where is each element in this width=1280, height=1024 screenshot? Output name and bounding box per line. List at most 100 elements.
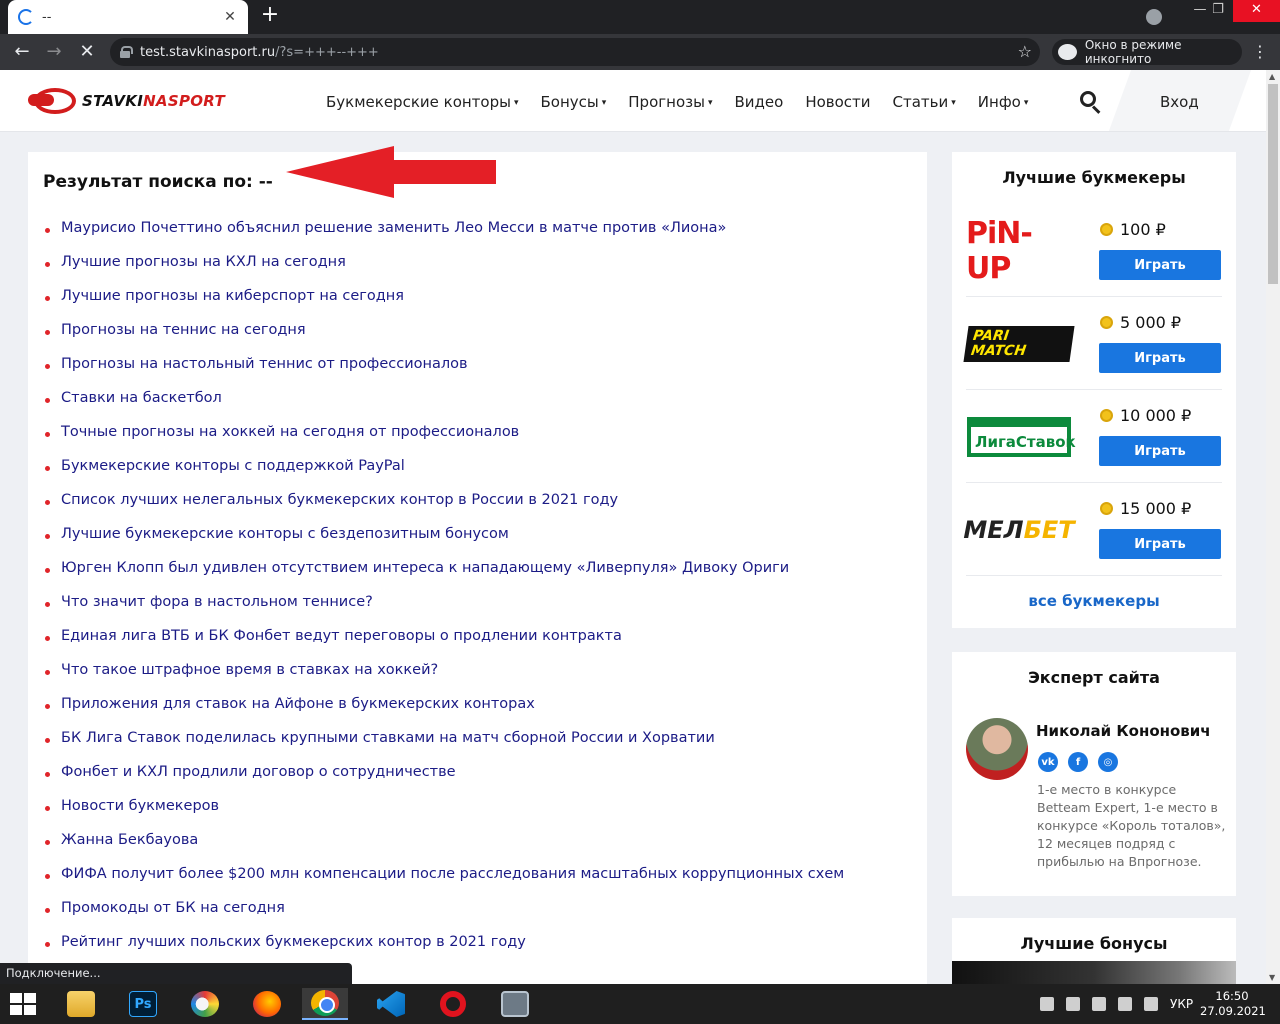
result-link[interactable]: Жанна Бекбауова bbox=[61, 832, 198, 848]
window-close-button[interactable]: ✕ bbox=[1233, 0, 1280, 22]
bookmark-star-icon[interactable]: ☆ bbox=[1018, 42, 1032, 61]
pinup-logo[interactable]: PiN-UP bbox=[966, 216, 1072, 286]
result-link[interactable]: Точные прогнозы на хоккей на сегодня от … bbox=[61, 424, 519, 440]
result-link[interactable]: Прогнозы на настольный теннис от професс… bbox=[61, 356, 468, 372]
result-link[interactable]: Фонбет и КХЛ продлили договор о сотрудни… bbox=[61, 764, 456, 780]
antivirus-tray-icon[interactable] bbox=[1118, 997, 1132, 1011]
result-link[interactable]: Новости букмекеров bbox=[61, 798, 219, 814]
incognito-indicator[interactable]: Окно в режиме инкогнито bbox=[1052, 38, 1242, 66]
browser-menu-icon[interactable]: ⋮ bbox=[1252, 42, 1268, 61]
nav-item[interactable]: Видео bbox=[734, 93, 783, 111]
result-link[interactable]: Что значит фора в настольном теннисе? bbox=[61, 594, 373, 610]
page-scrollbar[interactable]: ▲ ▼ bbox=[1266, 70, 1280, 984]
clock-time: 16:50 bbox=[1215, 989, 1249, 1003]
play-button[interactable]: Играть bbox=[1099, 343, 1221, 373]
bullet-icon bbox=[45, 942, 50, 947]
play-button[interactable]: Играть bbox=[1099, 436, 1221, 466]
site-header: STAVKINASPORT Букмекерские конторы ▾ Бонус… bbox=[0, 70, 1266, 132]
forward-arrow-icon[interactable]: → bbox=[42, 40, 66, 64]
play-button[interactable]: Играть bbox=[1099, 529, 1221, 559]
bullet-icon bbox=[45, 840, 50, 845]
result-link[interactable]: Юрген Клопп был удивлен отсутствием инте… bbox=[61, 560, 789, 576]
incognito-label: Окно в режиме инкогнито bbox=[1084, 38, 1182, 66]
play-button[interactable]: Играть bbox=[1099, 250, 1221, 280]
scroll-down-icon[interactable]: ▼ bbox=[1269, 973, 1275, 982]
nav-item[interactable]: Новости bbox=[805, 93, 870, 111]
bullet-icon bbox=[45, 568, 50, 573]
photoshop-icon[interactable]: Ps bbox=[120, 988, 166, 1020]
facebook-icon[interactable]: f bbox=[1068, 752, 1088, 772]
opera-icon[interactable] bbox=[430, 988, 476, 1020]
search-icon[interactable] bbox=[1076, 88, 1104, 116]
restore-button[interactable]: ❐ bbox=[1198, 0, 1238, 22]
stop-loading-icon[interactable]: ✕ bbox=[75, 40, 99, 64]
tab-search-icon[interactable] bbox=[1146, 9, 1162, 25]
expert-name[interactable]: Николай Кононович bbox=[1036, 722, 1211, 740]
address-bar[interactable]: test.stavkinasport.ru /?s=+++--+++ ☆ bbox=[110, 38, 1040, 66]
new-tab-button[interactable]: + bbox=[258, 4, 282, 28]
result-link[interactable]: ФИФА получит более $200 млн компенсации … bbox=[61, 866, 844, 882]
browser-tab[interactable]: -- ✕ bbox=[8, 0, 248, 34]
list-item: Единая лига ВТБ и БК Фонбет ведут перего… bbox=[43, 628, 844, 662]
search-results-list: Маурисио Почеттино объяснил решение заме… bbox=[43, 220, 844, 968]
all-bookmakers-link[interactable]: все букмекеры bbox=[952, 592, 1236, 610]
nav-item-label: Видео bbox=[734, 93, 784, 111]
nav-item[interactable]: Статьи ▾ bbox=[893, 93, 956, 111]
chrome-icon[interactable] bbox=[302, 988, 348, 1020]
bookmaker-row: PiN-UP 100 ₽ Играть bbox=[966, 204, 1222, 297]
vk-icon[interactable]: vk bbox=[1038, 752, 1058, 772]
vscode-icon[interactable] bbox=[368, 988, 414, 1020]
result-link[interactable]: Маурисио Почеттино объяснил решение заме… bbox=[61, 220, 726, 236]
url-path: /?s=+++--+++ bbox=[275, 44, 379, 60]
calculator-icon[interactable] bbox=[492, 988, 538, 1020]
list-item: Список лучших нелегальных букмекерских к… bbox=[43, 492, 844, 526]
tab-close-icon[interactable]: ✕ bbox=[222, 9, 238, 25]
list-item: БК Лига Ставок поделилась крупными ставк… bbox=[43, 730, 844, 764]
result-link[interactable]: Лучшие букмекерские конторы с бездепозит… bbox=[61, 526, 509, 542]
melbet-logo[interactable]: МЕЛБЕТ bbox=[963, 505, 1074, 555]
best-bookmakers-title: Лучшие букмекеры bbox=[1002, 168, 1186, 187]
firefox-icon[interactable] bbox=[244, 988, 290, 1020]
system-clock[interactable]: 16:50 27.09.2021 bbox=[1200, 989, 1266, 1019]
bullet-icon bbox=[45, 296, 50, 301]
bonus-amount: 15 000 ₽ bbox=[1100, 499, 1191, 518]
result-link[interactable]: Ставки на баскетбол bbox=[61, 390, 222, 406]
language-indicator[interactable]: УКР bbox=[1170, 997, 1193, 1011]
scroll-thumb[interactable] bbox=[1268, 84, 1278, 284]
instagram-icon[interactable]: ◎ bbox=[1098, 752, 1118, 772]
result-link[interactable]: Букмекерские конторы с поддержкой PayPal bbox=[61, 458, 405, 474]
result-link[interactable]: Прогнозы на теннис на сегодня bbox=[61, 322, 306, 338]
nav-item-label: Новости bbox=[805, 93, 871, 111]
nav-item[interactable]: Букмекерские конторы ▾ bbox=[326, 93, 519, 111]
bullet-icon bbox=[45, 534, 50, 539]
flag-tray-icon[interactable] bbox=[1144, 997, 1158, 1011]
result-link[interactable]: Что такое штрафное время в ставках на хо… bbox=[61, 662, 438, 678]
volume-tray-icon[interactable] bbox=[1092, 997, 1106, 1011]
paint-icon[interactable] bbox=[182, 988, 228, 1020]
main-navigation: Букмекерские конторы ▾ Бонусы ▾ Прогнозы ▾ Вид… bbox=[326, 93, 1028, 111]
windows-start-icon[interactable] bbox=[10, 993, 38, 1015]
result-link[interactable]: Рейтинг лучших польских букмекерских кон… bbox=[61, 934, 526, 950]
result-link[interactable]: Промокоды от БК на сегодня bbox=[61, 900, 285, 916]
nav-item[interactable]: Прогнозы ▾ bbox=[628, 93, 712, 111]
network-tray-icon[interactable] bbox=[1066, 997, 1080, 1011]
scroll-up-icon[interactable]: ▲ bbox=[1269, 72, 1275, 81]
site-logo[interactable]: STAVKINASPORT bbox=[28, 86, 225, 116]
nav-item[interactable]: Инфо ▾ bbox=[978, 93, 1029, 111]
skype-tray-icon[interactable] bbox=[1040, 997, 1054, 1011]
login-link[interactable]: Вход bbox=[1160, 93, 1199, 111]
result-link[interactable]: Список лучших нелегальных букмекерских к… bbox=[61, 492, 618, 508]
nav-item[interactable]: Бонусы ▾ bbox=[541, 93, 607, 111]
ligastavok-logo[interactable]: ЛигаСтавок bbox=[966, 412, 1076, 462]
result-link[interactable]: Лучшие прогнозы на киберспорт на сегодня bbox=[61, 288, 404, 304]
result-link[interactable]: Единая лига ВТБ и БК Фонбет ведут перего… bbox=[61, 628, 622, 644]
bookmaker-row: ЛигаСтавок 10 000 ₽ Играть bbox=[966, 390, 1222, 483]
bullet-icon bbox=[45, 874, 50, 879]
expert-description: 1-е место в конкурсе Betteam Expert, 1-е… bbox=[1037, 782, 1226, 869]
parimatch-logo[interactable]: PARI MATCH bbox=[963, 319, 1075, 369]
file-explorer-icon[interactable] bbox=[58, 988, 104, 1020]
result-link[interactable]: Приложения для ставок на Айфоне в букмек… bbox=[61, 696, 535, 712]
result-link[interactable]: Лучшие прогнозы на КХЛ на сегодня bbox=[61, 254, 346, 270]
back-arrow-icon[interactable]: ← bbox=[10, 40, 34, 64]
result-link[interactable]: БК Лига Ставок поделилась крупными ставк… bbox=[61, 730, 715, 746]
